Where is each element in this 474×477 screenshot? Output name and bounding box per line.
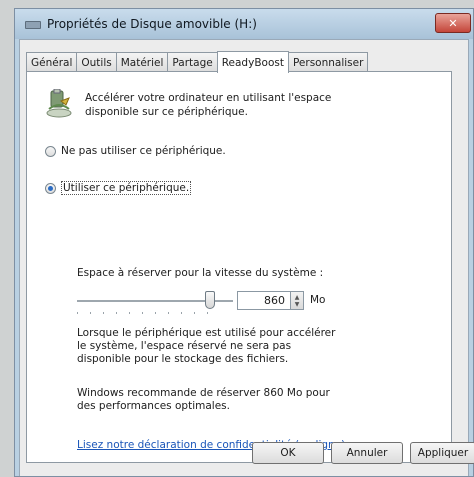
option-use-device[interactable]: Utiliser ce périphérique. <box>45 181 192 195</box>
apply-button[interactable]: Appliquer <box>410 442 474 464</box>
window-title: Propriétés de Disque amovible (H:) <box>47 17 257 31</box>
tab-tools[interactable]: Outils <box>76 52 117 72</box>
tab-strip: Général Outils Matériel Partage ReadyBoo… <box>26 50 369 73</box>
space-unit: Mo <box>310 294 326 306</box>
recommendation-info: Windows recommande de réserver 860 Mo po… <box>77 387 330 412</box>
space-value-input[interactable]: 860 <box>237 291 291 310</box>
space-reserve-label: Espace à réserver pour la vitesse du sys… <box>77 267 324 279</box>
tab-readyboost[interactable]: ReadyBoost <box>216 51 289 73</box>
readyboost-drive-icon <box>46 89 72 118</box>
spinner-up-icon[interactable]: ▲ <box>295 294 300 301</box>
readyboost-description: Accélérer votre ordinateur en utilisant … <box>85 92 332 118</box>
radio-use-device[interactable] <box>45 182 56 194</box>
dialog-client-area: Général Outils Matériel Partage ReadyBoo… <box>19 39 474 476</box>
removable-disk-icon <box>25 19 41 29</box>
tab-customize[interactable]: Personnaliser <box>287 52 369 72</box>
close-button[interactable]: ✕ <box>435 13 471 33</box>
properties-dialog: Propriétés de Disque amovible (H:) ✕ Gén… <box>14 8 474 477</box>
readyboost-panel: Accélérer votre ordinateur en utilisant … <box>26 71 452 463</box>
tab-general[interactable]: Général <box>26 52 78 72</box>
space-slider-ticks <box>77 312 217 314</box>
title-bar[interactable]: Propriétés de Disque amovible (H:) ✕ <box>15 9 473 39</box>
tab-sharing[interactable]: Partage <box>167 52 218 72</box>
cancel-button[interactable]: Annuler <box>331 442 403 464</box>
dialog-button-bar: OK Annuler Appliquer <box>20 430 474 476</box>
spinner-down-icon[interactable]: ▼ <box>295 301 300 308</box>
option-do-not-use-label: Ne pas utiliser ce périphérique. <box>61 145 226 157</box>
tab-hardware[interactable]: Matériel <box>115 52 169 72</box>
space-slider-thumb[interactable] <box>205 291 215 309</box>
option-use-device-label: Utiliser ce périphérique. <box>61 181 192 195</box>
ok-button[interactable]: OK <box>252 442 324 464</box>
space-spinner[interactable]: ▲ ▼ <box>291 291 304 310</box>
option-do-not-use[interactable]: Ne pas utiliser ce périphérique. <box>45 145 226 157</box>
reserved-space-info: Lorsque le périphérique est utilisé pour… <box>77 327 336 365</box>
radio-do-not-use[interactable] <box>45 145 56 157</box>
